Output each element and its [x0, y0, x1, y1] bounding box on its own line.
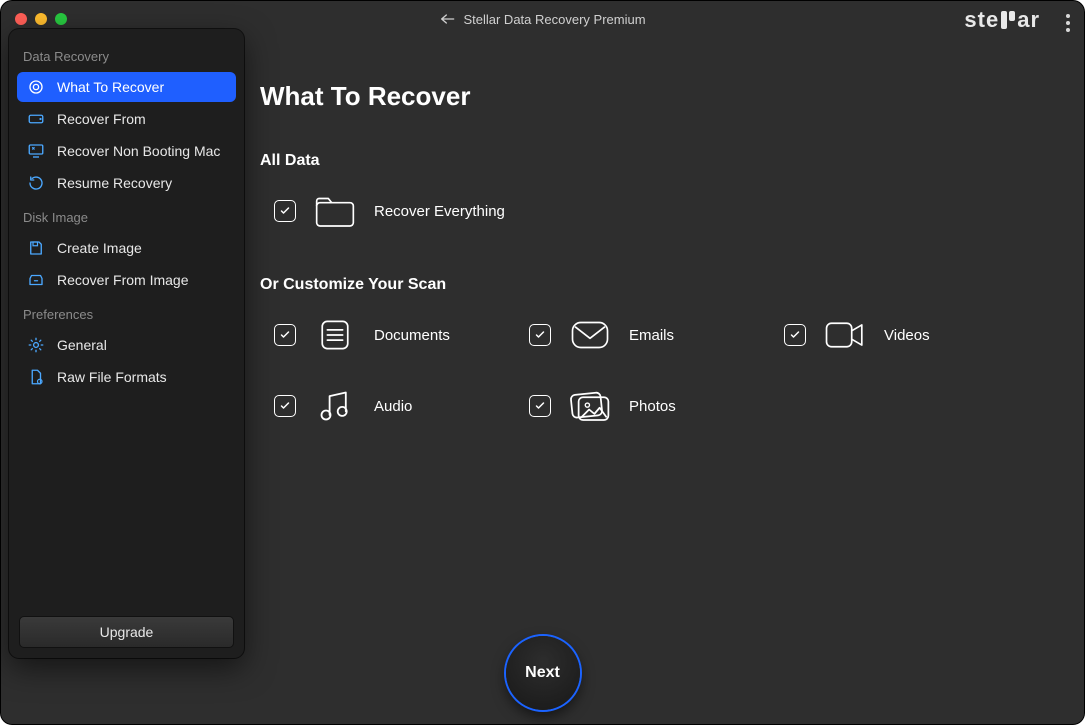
option-label: Emails: [629, 327, 674, 344]
sidebar-item-raw-file-formats[interactable]: Raw File Formats: [17, 362, 236, 392]
archive-icon: [27, 271, 45, 289]
option-videos[interactable]: Videos: [784, 318, 1039, 352]
option-documents[interactable]: Documents: [274, 318, 529, 352]
sidebar-item-label: Raw File Formats: [57, 369, 167, 385]
sidebar-item-create-image[interactable]: Create Image: [17, 233, 236, 263]
maximize-window-button[interactable]: [55, 13, 67, 25]
kebab-menu-button[interactable]: [1066, 11, 1070, 35]
sidebar-item-label: Recover From: [57, 111, 146, 127]
checkbox-recover-everything[interactable]: [274, 200, 296, 222]
traffic-lights: [15, 13, 67, 25]
sidebar-item-recover-from-image[interactable]: Recover From Image: [17, 265, 236, 295]
sidebar-item-what-to-recover[interactable]: What To Recover: [17, 72, 236, 102]
close-window-button[interactable]: [15, 13, 27, 25]
customize-heading: Or Customize Your Scan: [260, 276, 1064, 294]
drive-icon: [27, 110, 45, 128]
refresh-icon: [27, 174, 45, 192]
checkbox-videos[interactable]: [784, 324, 806, 346]
target-icon: [27, 78, 45, 96]
minimize-window-button[interactable]: [35, 13, 47, 25]
sidebar-item-label: Resume Recovery: [57, 175, 172, 191]
file-icon: [27, 368, 45, 386]
documents-icon: [314, 318, 356, 352]
sidebar-item-label: What To Recover: [57, 79, 164, 95]
gear-icon: [27, 336, 45, 354]
checkbox-documents[interactable]: [274, 324, 296, 346]
sidebar: Data Recovery What To Recover Recover Fr…: [9, 29, 244, 658]
monitor-icon: [27, 142, 45, 160]
option-recover-everything[interactable]: Recover Everything: [274, 194, 1064, 228]
main-content: What To Recover All Data Recover Everyth…: [260, 61, 1064, 724]
sidebar-item-label: Recover From Image: [57, 272, 188, 288]
option-label: Recover Everything: [374, 203, 505, 220]
sidebar-section-title: Disk Image: [17, 200, 236, 231]
option-label: Photos: [629, 398, 676, 415]
all-data-heading: All Data: [260, 152, 1064, 170]
sidebar-item-resume-recovery[interactable]: Resume Recovery: [17, 168, 236, 198]
sidebar-item-label: Create Image: [57, 240, 142, 256]
checkbox-audio[interactable]: [274, 395, 296, 417]
option-emails[interactable]: Emails: [529, 318, 784, 352]
sidebar-item-label: Recover Non Booting Mac: [57, 143, 220, 159]
checkbox-emails[interactable]: [529, 324, 551, 346]
back-icon: [439, 13, 455, 25]
videos-icon: [824, 320, 866, 350]
sidebar-item-recover-from[interactable]: Recover From: [17, 104, 236, 134]
sidebar-section-title: Data Recovery: [17, 39, 236, 70]
save-icon: [27, 239, 45, 257]
sidebar-item-label: General: [57, 337, 107, 353]
sidebar-section-title: Preferences: [17, 297, 236, 328]
sidebar-item-general[interactable]: General: [17, 330, 236, 360]
audio-icon: [314, 388, 356, 424]
brand-logo: stear: [964, 7, 1040, 33]
app-window: Stellar Data Recovery Premium stear Data…: [0, 0, 1085, 725]
sidebar-item-non-booting-mac[interactable]: Recover Non Booting Mac: [17, 136, 236, 166]
next-button[interactable]: Next: [506, 636, 580, 710]
photos-icon: [569, 388, 611, 424]
emails-icon: [569, 319, 611, 351]
option-photos[interactable]: Photos: [529, 388, 784, 424]
option-label: Videos: [884, 327, 930, 344]
page-title: What To Recover: [260, 81, 1064, 112]
window-title: Stellar Data Recovery Premium: [463, 12, 645, 27]
option-audio[interactable]: Audio: [274, 388, 529, 424]
checkbox-photos[interactable]: [529, 395, 551, 417]
option-label: Documents: [374, 327, 450, 344]
upgrade-button[interactable]: Upgrade: [19, 616, 234, 648]
option-label: Audio: [374, 398, 412, 415]
folder-icon: [314, 194, 356, 228]
